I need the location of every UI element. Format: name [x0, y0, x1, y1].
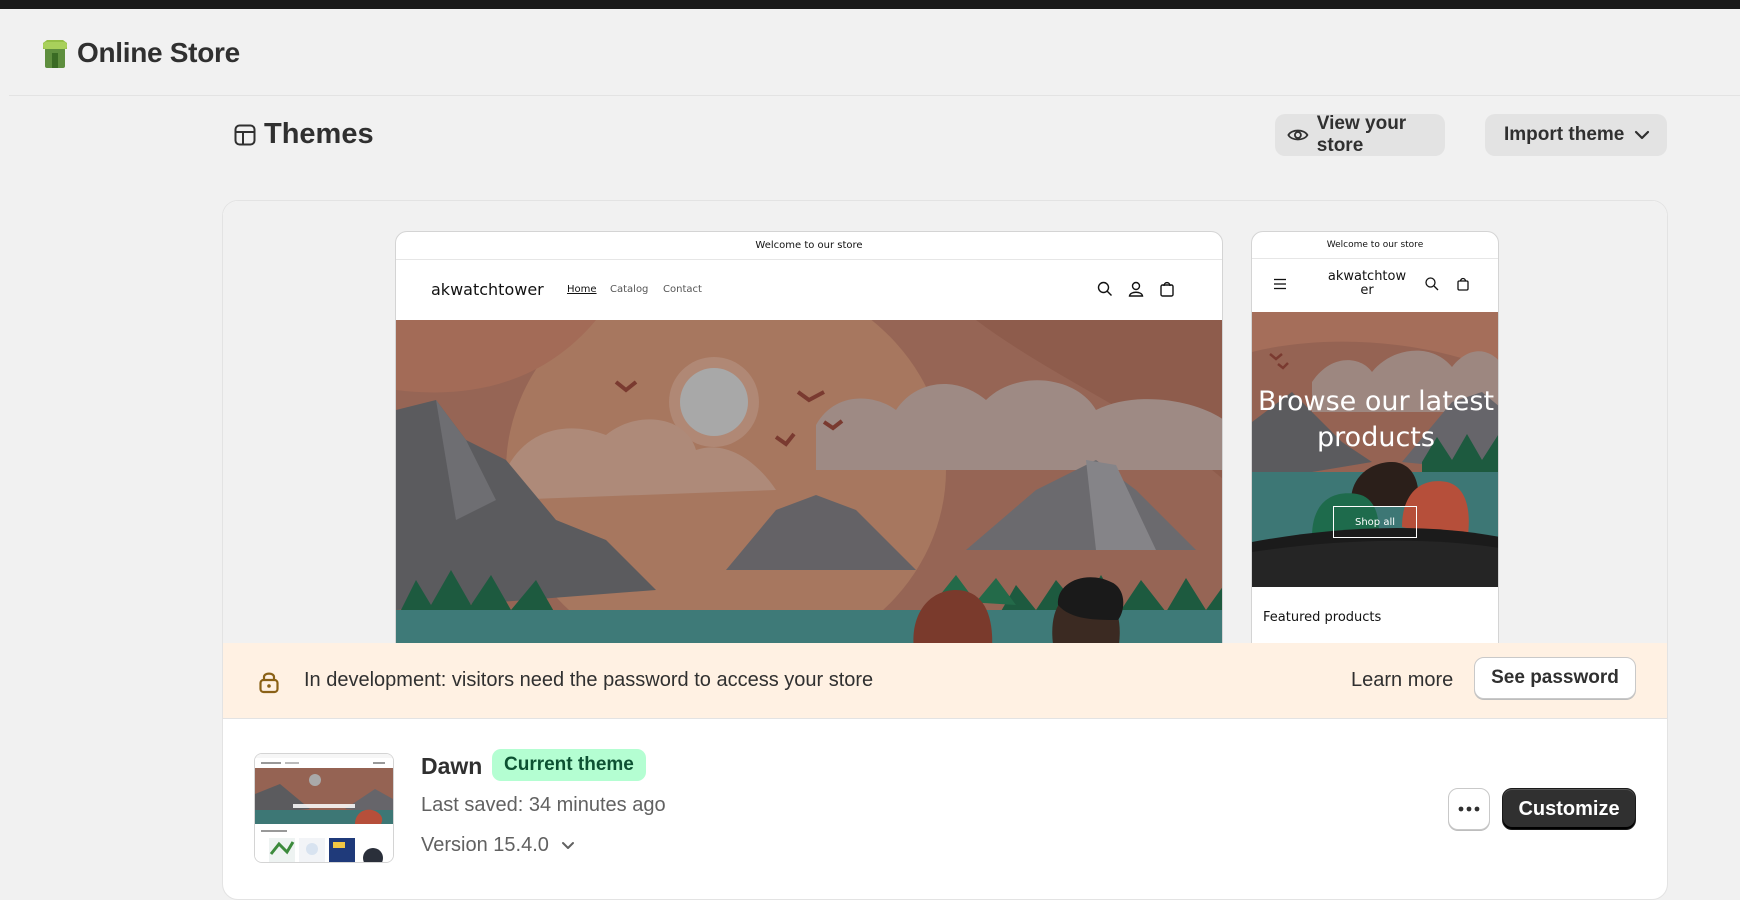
banner-message: In development: visitors need the passwo… [304, 669, 874, 691]
chevron-down-icon [1635, 130, 1650, 140]
chevron-down-icon [561, 841, 574, 849]
app-header: Online Store [9, 9, 1740, 96]
search-icon [1097, 281, 1112, 296]
announcement-bar: Welcome to our store [396, 232, 1222, 260]
top-bar [0, 0, 1740, 9]
hero-illustration [396, 320, 1222, 650]
theme-info-row: Dawn Current theme Last saved: 34 minute… [223, 719, 1667, 899]
theme-thumbnail[interactable] [254, 753, 394, 863]
version-label: Version 15.4.0 [421, 834, 549, 856]
current-theme-card: Welcome to our store akwatchtower Home C… [222, 200, 1668, 900]
search-icon [1425, 277, 1439, 291]
menu-icon [1274, 278, 1286, 290]
page-title: Themes [264, 118, 374, 150]
view-store-button[interactable]: View your store [1275, 113, 1445, 156]
lock-icon [259, 672, 279, 694]
shop-all-button: Shop all [1333, 506, 1417, 538]
app-title: Online Store [77, 37, 240, 68]
desktop-preview: Welcome to our store akwatchtower Home C… [395, 231, 1223, 651]
more-actions-button[interactable] [1448, 788, 1490, 830]
store-brand: akwatchtower [1327, 269, 1407, 298]
announcement-bar: Welcome to our store [1252, 232, 1498, 259]
current-theme-badge: Current theme [492, 749, 646, 781]
theme-template-icon [234, 124, 256, 146]
page-header: Themes View your store Import theme [222, 112, 1668, 160]
import-theme-label: Import theme [1504, 124, 1625, 145]
nav-home: Home [567, 284, 597, 295]
ellipsis-icon [1458, 806, 1480, 812]
account-icon [1128, 281, 1144, 297]
mobile-preview: Welcome to our store akwatchtower Browse… [1251, 231, 1499, 651]
eye-icon [1287, 129, 1309, 141]
learn-more-link[interactable]: Learn more [1351, 669, 1453, 692]
cart-icon [1457, 277, 1469, 291]
password-protection-banner: In development: visitors need the passwo… [223, 643, 1667, 719]
import-theme-button[interactable]: Import theme [1485, 114, 1667, 156]
last-saved-text: Last saved: 34 minutes ago [421, 794, 666, 816]
theme-thumbnail-image [255, 754, 393, 862]
theme-name: Dawn [421, 753, 483, 779]
see-password-button[interactable]: See password [1474, 657, 1636, 699]
customize-button[interactable]: Customize [1502, 788, 1636, 830]
online-store-icon [43, 40, 67, 68]
version-dropdown[interactable]: Version 15.4.0 [421, 834, 575, 857]
nav-catalog: Catalog [610, 284, 649, 295]
store-header: akwatchtower Home Catalog Contact [396, 260, 1222, 320]
store-brand: akwatchtower [431, 280, 544, 299]
store-header: akwatchtower [1252, 259, 1498, 313]
hero-title: Browse our latest products [1257, 386, 1495, 453]
view-store-label: View your store [1316, 113, 1407, 156]
theme-preview-area[interactable]: Welcome to our store akwatchtower Home C… [223, 201, 1667, 651]
featured-products-heading: Featured products [1263, 610, 1382, 625]
nav-contact: Contact [663, 284, 702, 295]
cart-icon [1160, 281, 1174, 297]
